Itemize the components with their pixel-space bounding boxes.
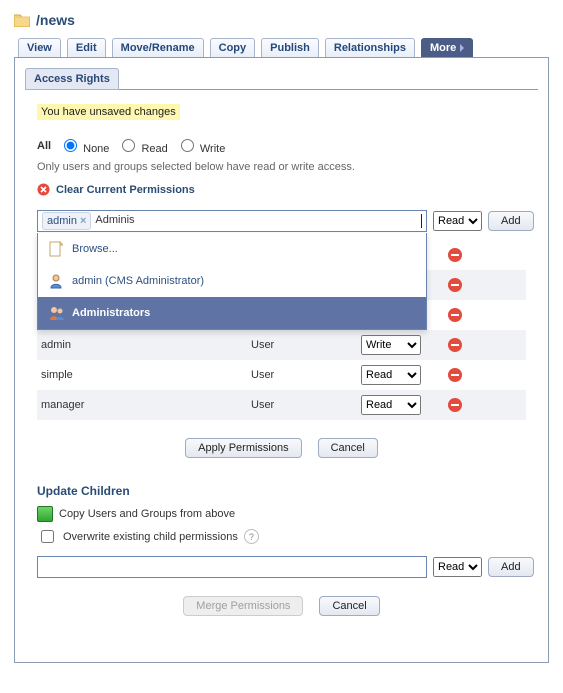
autocomplete-dropdown: Browse... admin (CMS Administrator) Admi… [37, 233, 427, 330]
children-user-group-input[interactable] [37, 556, 427, 578]
folder-icon [14, 13, 30, 27]
tab-move-rename[interactable]: Move/Rename [112, 38, 204, 57]
subtab-access-rights[interactable]: Access Rights [25, 68, 119, 90]
children-add-button[interactable]: Add [488, 557, 534, 577]
autocomplete-item-admin[interactable]: admin (CMS Administrator) [38, 265, 426, 297]
tab-copy[interactable]: Copy [210, 38, 256, 57]
update-children-title: Update Children [37, 484, 526, 498]
all-permission-row: All None Read Write [37, 136, 538, 155]
delete-row-button[interactable] [447, 307, 463, 323]
table-row: simple User ReadWrite [37, 360, 526, 390]
chevron-right-icon [460, 44, 464, 52]
autocomplete-item-browse[interactable]: Browse... [38, 233, 426, 265]
clear-permissions-link[interactable]: Clear Current Permissions [37, 183, 538, 196]
group-icon [48, 305, 64, 321]
user-icon [48, 273, 64, 289]
top-tabs: View Edit Move/Rename Copy Publish Relat… [14, 38, 549, 58]
clear-icon [37, 183, 50, 196]
apply-permissions-button[interactable]: Apply Permissions [185, 438, 301, 458]
tab-publish[interactable]: Publish [261, 38, 319, 57]
add-permission-select[interactable]: Read Write [433, 211, 482, 231]
delete-row-button[interactable] [447, 367, 463, 383]
overwrite-checkbox[interactable] [41, 530, 54, 543]
breadcrumb-path: /news [14, 12, 549, 28]
tab-more[interactable]: More [421, 38, 473, 57]
copy-users-groups-label: Copy Users and Groups from above [59, 508, 235, 520]
children-permission-select[interactable]: Read Write [433, 557, 482, 577]
path-text: /news [36, 12, 75, 28]
row-permission-select[interactable]: ReadWrite [361, 335, 421, 355]
children-add-row: Read Write Add [37, 556, 526, 578]
unsaved-changes-notice: You have unsaved changes [37, 104, 180, 120]
sub-tabs: Access Rights [25, 68, 538, 90]
children-cancel-button[interactable]: Cancel [319, 596, 379, 616]
row-permission-select[interactable]: ReadWrite [361, 395, 421, 415]
delete-row-button[interactable] [447, 277, 463, 293]
permission-hint: Only users and groups selected below hav… [37, 161, 538, 173]
cancel-button[interactable]: Cancel [318, 438, 378, 458]
row-permission-select[interactable]: ReadWrite [361, 365, 421, 385]
table-row: manager User ReadWrite [37, 390, 526, 420]
delete-row-button[interactable] [447, 247, 463, 263]
tab-view[interactable]: View [18, 38, 61, 57]
token-typed-text[interactable]: Adminis [95, 214, 422, 228]
help-icon[interactable]: ? [244, 529, 259, 544]
delete-row-button[interactable] [447, 337, 463, 353]
token-admin[interactable]: admin × [42, 212, 91, 230]
all-label: All [37, 140, 51, 152]
radio-read[interactable]: Read [117, 136, 167, 155]
overwrite-label: Overwrite existing child permissions [63, 531, 238, 543]
copy-users-groups-row[interactable]: Copy Users and Groups from above [37, 506, 538, 522]
copy-action-icon [37, 506, 53, 522]
tab-panel: Access Rights You have unsaved changes A… [14, 58, 549, 663]
table-row: admin User ReadWrite [37, 330, 526, 360]
tab-relationships[interactable]: Relationships [325, 38, 415, 57]
delete-row-button[interactable] [447, 397, 463, 413]
user-group-token-input[interactable]: admin × Adminis [37, 210, 427, 232]
radio-none[interactable]: None [59, 136, 109, 155]
add-permission-row: admin × Adminis Read Write Add Browse... [37, 210, 526, 232]
add-button[interactable]: Add [488, 211, 534, 231]
merge-permissions-button[interactable]: Merge Permissions [183, 596, 303, 616]
page-icon [48, 241, 64, 257]
radio-write[interactable]: Write [176, 136, 226, 155]
overwrite-checkbox-row[interactable]: Overwrite existing child permissions ? [37, 527, 538, 546]
tab-edit[interactable]: Edit [67, 38, 106, 57]
merge-cancel-bar: Merge Permissions Cancel [25, 596, 538, 616]
token-remove-icon[interactable]: × [80, 216, 86, 227]
autocomplete-item-administrators[interactable]: Administrators [38, 297, 426, 329]
apply-cancel-bar: Apply Permissions Cancel [25, 438, 538, 458]
